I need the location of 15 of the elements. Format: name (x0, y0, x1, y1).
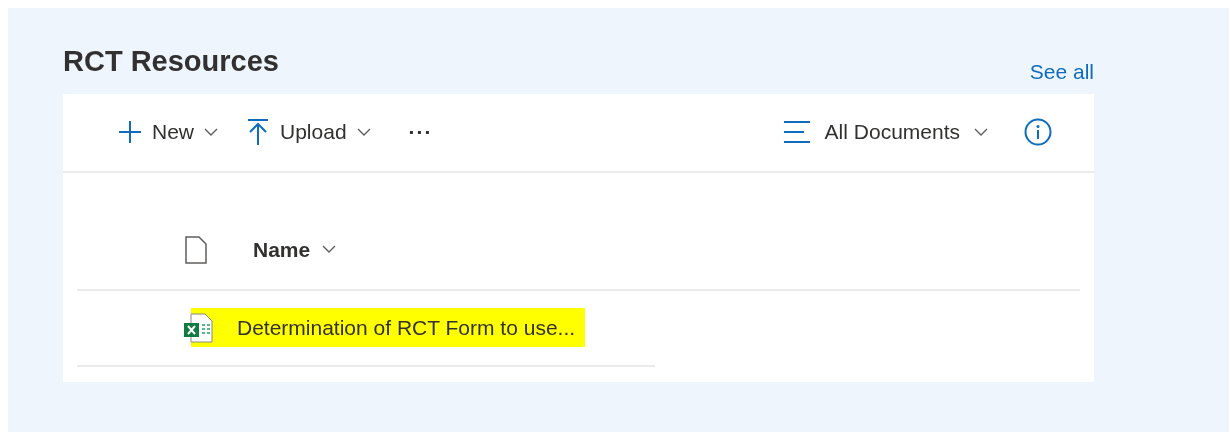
file-link[interactable]: Determination of RCT Form to use... (191, 307, 586, 348)
view-selector[interactable]: All Documents (782, 116, 988, 148)
file-type-icon (185, 235, 207, 264)
more-button[interactable]: ··· (408, 116, 433, 148)
column-header[interactable]: Name (253, 234, 337, 266)
see-all-link[interactable]: See all (1029, 56, 1094, 88)
section-title: RCT Resources (63, 44, 279, 79)
plus-icon (118, 120, 142, 144)
spreadsheet-icon (183, 311, 215, 344)
upload-button[interactable]: Upload (246, 116, 371, 148)
upload-icon (246, 118, 270, 146)
info-button[interactable] (1024, 118, 1052, 146)
info-icon (1024, 118, 1052, 146)
list-icon (782, 120, 811, 144)
new-button[interactable]: New (118, 116, 218, 148)
